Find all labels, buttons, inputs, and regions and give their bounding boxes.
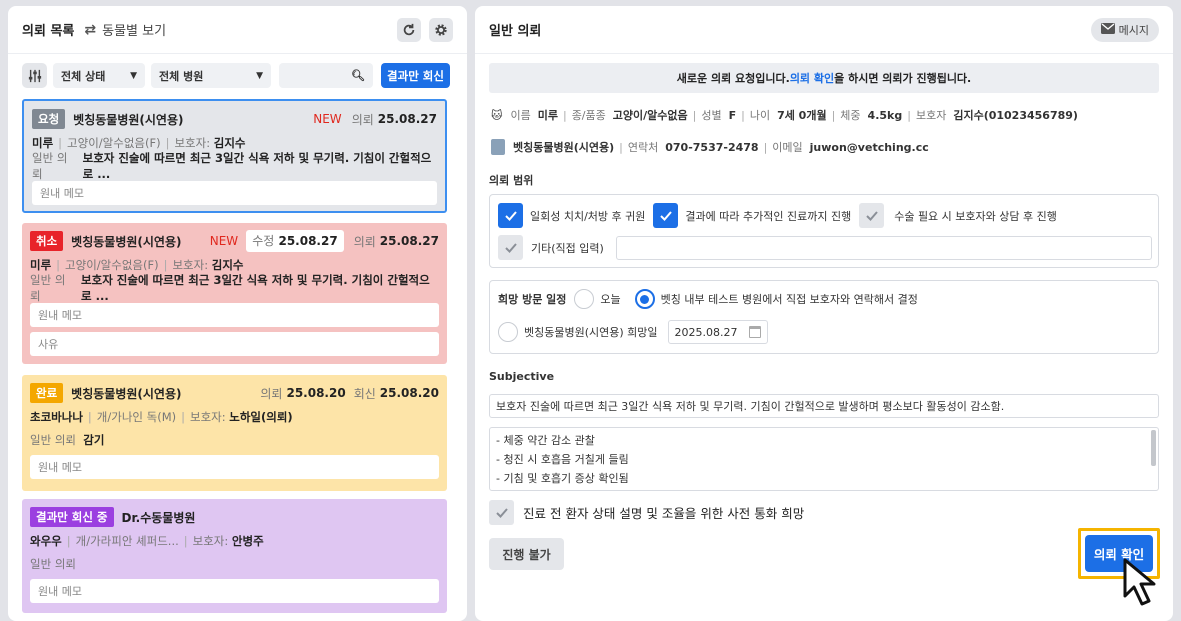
referral-card-request[interactable]: 요청 벳칭동물병원(시연용) NEW 의뢰 25.08.27 미루 | 고양이/알수없음(F… <box>22 99 447 213</box>
scope-title: 의뢰 범위 <box>489 174 534 187</box>
scope-other-input[interactable] <box>615 235 1152 260</box>
detail-title: 일반 의뢰 <box>489 24 542 39</box>
memo-input[interactable]: 원내 메모 <box>30 579 439 603</box>
view-toggle-link[interactable]: 동물별 보기 <box>102 20 166 39</box>
hospital-select[interactable]: 전체 병원 ▼ <box>151 63 271 88</box>
refresh-icon[interactable] <box>397 17 421 42</box>
scope-checkbox-1[interactable] <box>498 203 523 228</box>
cursor-icon <box>1123 558 1156 606</box>
status-badge: 결과만 회신 중 <box>30 507 114 527</box>
referral-list-panel: 의뢰 목록 ⇄ 동물별 보기 전체 상태 ▼ 전체 병원 ▼ 🔍︎ 결과만 회신 요… <box>8 6 467 621</box>
filter-icon[interactable] <box>22 63 47 88</box>
list-title: 의뢰 목록 <box>22 24 75 39</box>
gear-icon[interactable] <box>429 17 453 42</box>
visit-radio-today[interactable] <box>574 289 595 309</box>
visit-box: 희망 방문 일정 오늘 벳칭 내부 테스트 병원에서 직접 보호자와 연락해서 … <box>489 280 1159 354</box>
detail-header: 일반 의뢰 메시지 <box>475 6 1173 54</box>
scope-checkbox-2[interactable] <box>653 203 679 228</box>
status-badge: 요청 <box>32 109 66 129</box>
list-header: 의뢰 목록 ⇄ 동물별 보기 <box>8 6 467 54</box>
chevron-down-icon: ▼ <box>130 70 137 81</box>
chevron-down-icon: ▼ <box>256 70 263 81</box>
hospital-icon <box>491 139 505 155</box>
reason-input[interactable]: 사유 <box>30 332 439 356</box>
scope-checkbox-3[interactable] <box>859 203 885 228</box>
scope-checkbox-other[interactable] <box>498 235 523 260</box>
referral-card-cancelled[interactable]: 취소 벳칭동물병원(시연용) NEW 수정 25.08.27 의뢰 25.08.27 미루… <box>22 223 447 364</box>
mail-icon <box>1100 22 1115 37</box>
status-badge: 취소 <box>30 231 64 251</box>
status-select[interactable]: 전체 상태 ▼ <box>53 63 145 88</box>
subjective-title: Subjective <box>489 370 555 383</box>
visit-radio-hospital[interactable] <box>498 322 518 342</box>
cat-icon: 🐱 <box>491 108 503 122</box>
subjective-input[interactable]: 보호자 진술에 따르면 최근 3일간 식욕 저하 및 무기력. 기침이 간헐적으… <box>489 394 1159 418</box>
pet-info-row: 🐱 이름 미루 | 종/품종 고양이/알수없음 | 성별 F | 나이 7세 0개월 |… <box>491 108 1078 123</box>
calendar-icon[interactable] <box>748 326 761 338</box>
notes-textarea[interactable]: - 체중 약간 감소 관찰 - 청진 시 호흡음 거칠게 들림 - 기침 및 호… <box>489 427 1159 491</box>
swap-icon[interactable]: ⇄ <box>84 22 96 38</box>
visit-radio-internal[interactable] <box>634 289 655 309</box>
search-icon[interactable]: 🔍︎ <box>351 69 365 82</box>
scrollbar[interactable] <box>1151 430 1156 466</box>
memo-input[interactable]: 원내 메모 <box>30 303 439 327</box>
notice-banner: 새로운 의뢰 요청입니다. 의뢰 확인 을 하시면 의뢰가 진행됩니다. <box>489 63 1159 93</box>
hospital-info-row: 벳칭동물병원(시연용) | 연락처 070-7537-2478 | 이메일 juwo… <box>491 137 929 157</box>
status-badge: 완료 <box>30 383 64 403</box>
referral-card-done[interactable]: 완료 벳칭동물병원(시연용) 의뢰 25.08.20 회신 25.08.20 초코바나나 |… <box>22 375 447 491</box>
scope-box: 일회성 치치/처방 후 귀원 결과에 따라 추가적인 진료까지 진행 수술 필요… <box>489 194 1159 268</box>
result-only-button[interactable]: 결과만 회신 <box>381 63 450 88</box>
message-button[interactable]: 메시지 <box>1090 17 1159 42</box>
referral-card-result-only[interactable]: 결과만 회신 중 Dr.수동물병원 와우우 | 개/가라피안 셰퍼드... | 보호자: … <box>22 499 447 613</box>
notice-link[interactable]: 의뢰 확인 <box>790 70 834 86</box>
filter-bar: 전체 상태 ▼ 전체 병원 ▼ 🔍︎ 결과만 회신 <box>22 63 452 88</box>
search-input[interactable]: 🔍︎ <box>279 63 373 88</box>
memo-input[interactable]: 원내 메모 <box>32 181 437 205</box>
call-checkbox[interactable] <box>489 500 514 525</box>
referral-detail-panel: 일반 의뢰 메시지 새로운 의뢰 요청입니다. 의뢰 확인 을 하시면 의뢰가 진… <box>475 6 1173 621</box>
visit-date-input[interactable]: 2025.08.27 <box>667 320 768 344</box>
reject-button[interactable]: 진행 불가 <box>489 538 564 570</box>
memo-input[interactable]: 원내 메모 <box>30 455 439 479</box>
call-request-row: 진료 전 환자 상태 설명 및 조율을 위한 사전 통화 희망 <box>489 500 804 525</box>
